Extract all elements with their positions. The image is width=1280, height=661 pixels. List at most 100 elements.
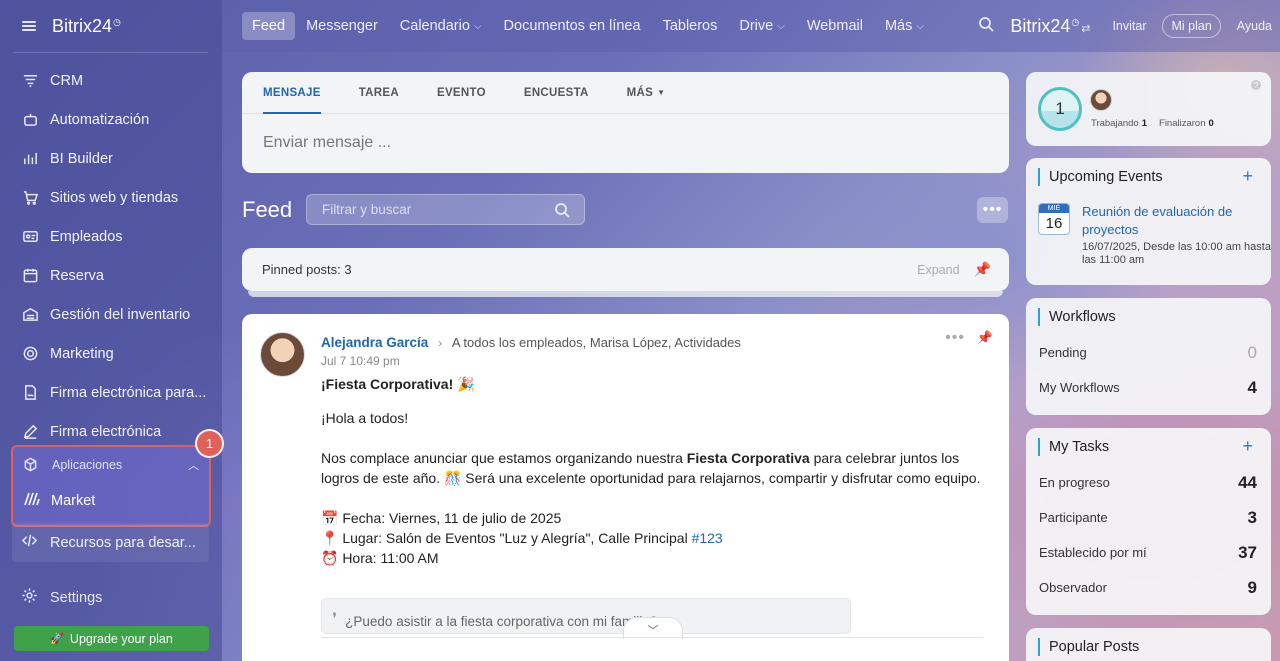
tab-webmail[interactable]: Webmail [796, 12, 874, 40]
widget-header: Workflows [1026, 298, 1271, 335]
sidebar-item-label: Recursos para desar... [50, 534, 196, 551]
sidebar-item-sitios-web[interactable]: Sitios web y tiendas [0, 178, 222, 217]
post-hora: ⏰ Hora: 11:00 AM [321, 550, 439, 566]
sidebar-menu: CRM Automatización BI Builder Sitios web… [0, 61, 222, 451]
crm-funnel-icon [21, 72, 39, 90]
tab-tarea[interactable]: TAREA [340, 72, 418, 113]
post-menu-icon[interactable]: ••• [945, 329, 965, 347]
sidebar-item-label: Empleados [50, 228, 123, 245]
tab-documentos[interactable]: Documentos en línea [493, 12, 652, 40]
code-icon [21, 532, 39, 553]
sidebar-item-crm[interactable]: CRM [0, 61, 222, 100]
sidebar-item-bi-builder[interactable]: BI Builder [0, 139, 222, 178]
task-row-participante[interactable]: Participante 3 [1026, 500, 1271, 535]
search-icon[interactable] [978, 16, 994, 37]
widget-title: Popular Posts [1049, 638, 1140, 655]
sidebar-item-reserva[interactable]: Reserva [0, 256, 222, 295]
tab-calendario[interactable]: Calendario ⌵ [389, 12, 493, 40]
menu-icon[interactable] [22, 21, 36, 31]
upcoming-events-widget: Upcoming Events + MIÉ 16 Reunión de eval… [1026, 158, 1271, 285]
avatar[interactable] [1090, 89, 1112, 111]
help-icon[interactable]: ? [1251, 80, 1261, 90]
expand-link[interactable]: Expand [917, 263, 959, 277]
message-input[interactable]: Enviar mensaje ... [242, 114, 1009, 172]
tab-encuesta[interactable]: ENCUESTA [505, 72, 608, 113]
pinned-stack-decoration [248, 291, 1003, 297]
cart-icon [21, 189, 39, 207]
chevron-down-icon[interactable]: ﹀ [623, 617, 683, 639]
quoted-comment[interactable]: ❜ ¿Puedo asistir a la fiesta corporativa… [321, 598, 851, 634]
top-right-controls: Bitrix24◷⇄ Invitar Mi plan Ayuda [978, 14, 1280, 38]
sidebar-item-marketing[interactable]: Marketing [0, 334, 222, 373]
invite-button[interactable]: Invitar [1106, 14, 1152, 38]
more-options-button[interactable]: ••• [977, 197, 1008, 223]
tab-tableros[interactable]: Tableros [652, 12, 729, 40]
post-composer: MENSAJE TAREA EVENTO ENCUESTA MÁS ▼ Envia… [242, 72, 1009, 173]
sidebar-divider [14, 52, 208, 53]
workday-counter[interactable]: 1 [1038, 87, 1082, 131]
recipients[interactable]: A todos los empleados, Marisa López, Act… [452, 335, 741, 350]
task-row-en-progreso[interactable]: En progreso 44 [1026, 465, 1271, 500]
hashtag-link[interactable]: #123 [692, 530, 723, 546]
sidebar-group-label: Aplicaciones [52, 458, 123, 472]
bitrix24-logo[interactable]: Bitrix24◷⇄ [1010, 16, 1090, 37]
avatar[interactable] [260, 332, 305, 377]
post-greeting: ¡Hola a todos! [321, 410, 409, 426]
sidebar-header: Bitrix24◷ [0, 0, 222, 52]
my-plan-button[interactable]: Mi plan [1162, 14, 1221, 38]
sidebar-item-inventario[interactable]: Gestión del inventario [0, 295, 222, 334]
popular-posts-widget: Popular Posts [1026, 628, 1271, 661]
sidebar-item-label: Reserva [50, 267, 104, 284]
tab-mensaje[interactable]: MENSAJE [263, 72, 340, 114]
workflow-row-pending[interactable]: Pending 0 [1026, 335, 1271, 370]
step-badge: 1 [195, 429, 224, 458]
bitrix24-logo[interactable]: Bitrix24◷ [52, 16, 121, 37]
gear-icon [21, 587, 39, 608]
upgrade-plan-label: Upgrade your plan [69, 631, 173, 646]
add-icon[interactable]: + [1242, 436, 1253, 457]
pin-icon: 📌 [973, 261, 991, 277]
sidebar-group-header[interactable]: Aplicaciones ︿ [13, 447, 209, 483]
tab-evento[interactable]: EVENTO [418, 72, 505, 113]
caret-down-icon: ▼ [657, 88, 666, 97]
sidebar-item-automatizacion[interactable]: Automatización [0, 100, 222, 139]
target-icon [21, 345, 39, 363]
help-button[interactable]: Ayuda [1231, 14, 1278, 38]
search-icon[interactable] [554, 202, 570, 218]
feed-search-input[interactable]: Filtrar y buscar [306, 194, 585, 225]
task-row-establecido[interactable]: Establecido por mí 37 [1026, 535, 1271, 570]
event-link[interactable]: Reunión de evaluación de proyectos [1082, 203, 1262, 239]
upgrade-plan-button[interactable]: 🚀 Upgrade your plan [14, 626, 209, 651]
sidebar-item-empleados[interactable]: Empleados [0, 217, 222, 256]
sidebar-item-recursos[interactable]: Recursos para desar... [12, 523, 209, 562]
widget-title: Workflows [1049, 308, 1116, 325]
left-sidebar: Bitrix24◷ CRM Automatización BI Builder … [0, 0, 224, 661]
sidebar-item-label: Marketing [50, 345, 114, 362]
pin-icon[interactable]: 📌 [977, 330, 993, 346]
add-icon[interactable]: + [1242, 166, 1253, 187]
pinned-posts-count: Pinned posts: 3 [262, 262, 352, 277]
tab-messenger[interactable]: Messenger [295, 12, 389, 40]
count-value: 0 [1247, 342, 1257, 362]
count-value: 37 [1238, 542, 1257, 562]
sidebar-item-label: Firma electrónica [50, 423, 162, 440]
chevron-down-icon: ⌵ [916, 20, 924, 32]
sidebar-item-label: CRM [50, 72, 84, 89]
sidebar-item-firma-electronica-para[interactable]: Firma electrónica para... [0, 373, 222, 412]
sidebar-item-settings[interactable]: Settings [21, 578, 102, 617]
count-value: 4 [1247, 377, 1257, 397]
chevron-up-icon[interactable]: ︿ [188, 457, 199, 473]
tab-mas[interactable]: Más ⌵ [874, 12, 935, 40]
sidebar-item-label: Firma electrónica para... [50, 384, 207, 401]
pinned-posts-bar[interactable]: Pinned posts: 3 Expand 📌 [242, 248, 1009, 291]
sidebar-item-market[interactable]: Market [13, 483, 209, 519]
tab-mas-composer[interactable]: MÁS ▼ [608, 72, 685, 113]
author-link[interactable]: Alejandra García [321, 335, 428, 350]
tab-feed[interactable]: Feed [242, 12, 296, 40]
task-row-observador[interactable]: Observador 9 [1026, 570, 1271, 605]
workflow-row-mine[interactable]: My Workflows 4 [1026, 370, 1271, 405]
quote-icon: ❜ [332, 611, 338, 628]
id-card-icon [21, 228, 39, 246]
tab-drive[interactable]: Drive ⌵ [728, 12, 795, 40]
feed-post: Alejandra García › A todos los empleados… [242, 314, 1009, 661]
